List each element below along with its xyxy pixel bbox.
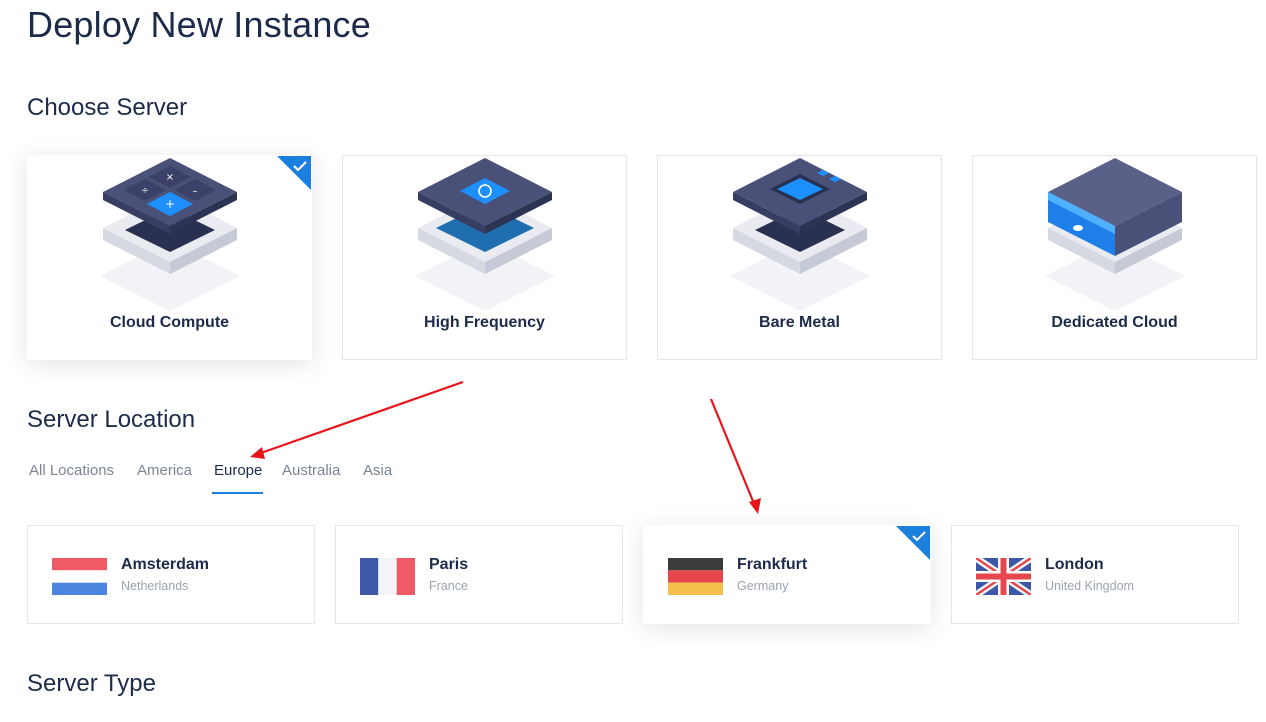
section-title-server-type: Server Type: [27, 670, 156, 697]
server-card-high-frequency[interactable]: High Frequency: [342, 155, 627, 360]
location-country: France: [429, 579, 468, 593]
location-city: Amsterdam: [121, 556, 210, 573]
server-card-label: Dedicated Cloud: [1051, 314, 1178, 331]
bare-metal-illustration: [730, 158, 870, 311]
svg-text:–: –: [193, 186, 198, 197]
active-tab-underline: [212, 492, 263, 494]
server-card-label: Bare Metal: [759, 314, 840, 331]
location-card-amsterdam[interactable]: Amsterdam Netherlands: [27, 525, 315, 624]
location-city: Frankfurt: [737, 556, 808, 573]
dedicated-cloud-illustration: [1045, 158, 1185, 311]
tab-america[interactable]: America: [137, 462, 192, 479]
location-country: United Kingdom: [1045, 579, 1134, 593]
netherlands-flag-icon: [52, 558, 107, 595]
page-title: Deploy New Instance: [27, 4, 371, 45]
uk-flag-icon: [976, 558, 1031, 595]
svg-text:×: ×: [166, 172, 174, 183]
location-card-paris[interactable]: Paris France: [335, 525, 623, 624]
location-country: Germany: [737, 579, 789, 593]
tab-australia[interactable]: Australia: [282, 462, 340, 479]
arrowhead-icon: [749, 498, 761, 514]
section-title-server-location: Server Location: [27, 406, 196, 433]
arrowhead-icon: [250, 447, 265, 459]
location-city: London: [1045, 556, 1104, 573]
selected-check-icon: [277, 156, 311, 190]
server-card-label: High Frequency: [424, 314, 545, 331]
annotation-arrow-frankfurt: [709, 398, 757, 507]
svg-text:÷: ÷: [141, 186, 149, 196]
location-card-london[interactable]: London United Kingdom: [951, 525, 1239, 624]
svg-text:+: +: [165, 197, 175, 211]
selected-check-icon: [896, 526, 930, 560]
server-card-label: Cloud Compute: [109, 314, 230, 331]
tab-asia[interactable]: Asia: [363, 462, 392, 479]
germany-flag-icon: [668, 558, 723, 595]
location-city: Paris: [429, 556, 469, 573]
location-card-frankfurt[interactable]: Frankfurt Germany: [643, 525, 931, 624]
server-card-bare-metal[interactable]: Bare Metal: [657, 155, 942, 360]
france-flag-icon: [360, 558, 415, 595]
tab-all-locations[interactable]: All Locations: [29, 462, 114, 479]
section-title-choose-server: Choose Server: [27, 94, 188, 121]
annotation-arrow-europe: [257, 380, 464, 456]
high-frequency-illustration: [415, 158, 555, 311]
server-card-dedicated-cloud[interactable]: Dedicated Cloud: [972, 155, 1257, 360]
cloud-compute-illustration: × ÷ – +: [100, 158, 240, 311]
location-country: Netherlands: [121, 579, 189, 593]
tab-europe[interactable]: Europe: [214, 462, 262, 479]
server-card-cloud-compute[interactable]: × ÷ – + Cloud Compute: [27, 155, 312, 360]
